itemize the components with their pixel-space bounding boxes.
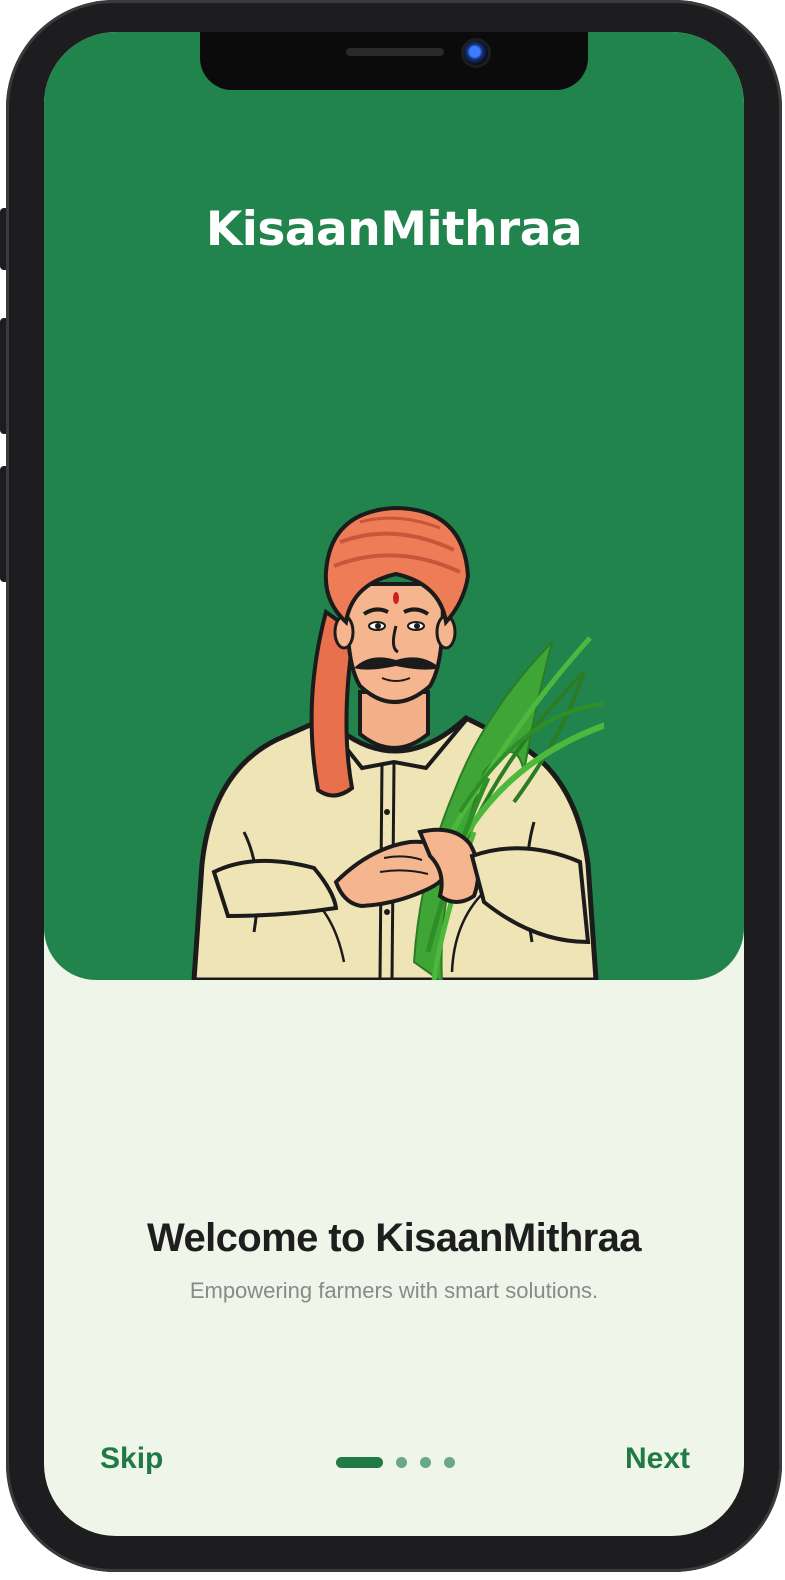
page-indicator	[336, 1456, 455, 1468]
skip-button[interactable]: Skip	[100, 1442, 163, 1476]
onboarding-screen: KisaanMithraa Welcome to KisaanMithraa E…	[44, 32, 744, 1536]
farmer-illustration	[191, 505, 604, 980]
notch	[200, 32, 588, 90]
speaker-grille	[346, 48, 444, 56]
page-dot-active[interactable]	[336, 1456, 383, 1468]
page-dot[interactable]	[444, 1456, 455, 1468]
next-button[interactable]: Next	[625, 1442, 690, 1476]
page-dot[interactable]	[396, 1456, 407, 1468]
app-title: KisaanMithraa	[205, 202, 583, 257]
hero-banner: KisaanMithraa	[44, 32, 744, 980]
camera-icon	[464, 41, 488, 65]
welcome-subtitle: Empowering farmers with smart solutions.	[189, 1278, 599, 1303]
page-dot[interactable]	[420, 1456, 431, 1468]
welcome-heading: Welcome to KisaanMithraa	[147, 1216, 641, 1260]
